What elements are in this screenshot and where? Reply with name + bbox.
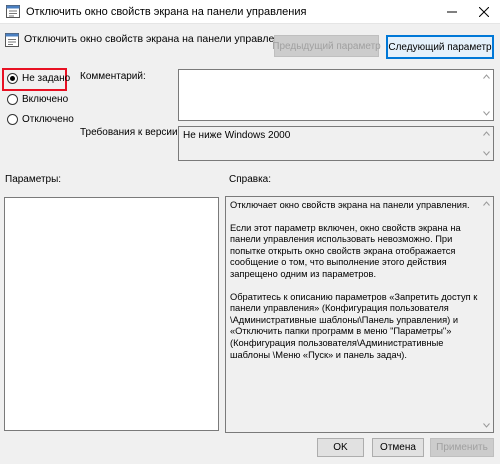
help-scrollbar[interactable] [482,197,493,432]
radio-label: Не задано [22,73,71,84]
comment-label: Комментарий: [80,71,146,82]
policy-icon [5,33,19,47]
help-paragraph: Обратитесь к описанию параметров «Запрет… [230,291,478,360]
radio-button[interactable] [7,114,18,125]
options-label: Параметры: [5,174,62,185]
radio-disabled[interactable]: Отключено [7,114,74,125]
apply-button[interactable]: Применить [430,438,494,457]
radio-not-configured[interactable]: Не задано [7,73,70,84]
policy-icon [6,5,20,18]
radio-button-selected[interactable] [7,73,18,84]
scroll-down-icon[interactable] [482,149,491,158]
help-pane: Отключает окно свойств экрана на панели … [225,196,494,433]
policy-title: Отключить окно свойств экрана на панели … [24,33,292,45]
cancel-button[interactable]: Отмена [372,438,424,457]
scroll-down-icon[interactable] [482,421,491,430]
supported-on-field: Не ниже Windows 2000 [178,126,494,161]
supported-on-value: Не ниже Windows 2000 [183,130,291,141]
minimize-icon [447,11,457,13]
ok-button[interactable]: OK [317,438,364,457]
radio-label: Включено [22,94,69,105]
scroll-down-icon[interactable] [482,109,491,118]
help-label: Справка: [229,174,272,185]
previous-setting-button[interactable]: Предыдущий параметр [272,35,381,57]
window-title: Отключить окно свойств экрана на панели … [26,6,307,18]
supported-on-label: Требования к версии: [80,127,181,138]
comment-textarea[interactable] [178,69,494,121]
scroll-up-icon[interactable] [482,72,491,81]
help-paragraph: Если этот параметр включен, окно свойств… [230,222,461,279]
minimize-button[interactable] [436,0,468,24]
radio-label: Отключено [22,114,74,125]
next-setting-button[interactable]: Следующий параметр [386,35,494,59]
title-bar: Отключить окно свойств экрана на панели … [0,0,500,24]
radio-enabled[interactable]: Включено [7,94,68,105]
close-button[interactable] [468,0,500,24]
close-icon [479,7,489,17]
scroll-up-icon[interactable] [482,129,491,138]
scroll-up-icon[interactable] [482,199,491,208]
options-pane [4,197,219,431]
help-paragraph: Отключает окно свойств экрана на панели … [230,200,470,210]
radio-button[interactable] [7,94,18,105]
